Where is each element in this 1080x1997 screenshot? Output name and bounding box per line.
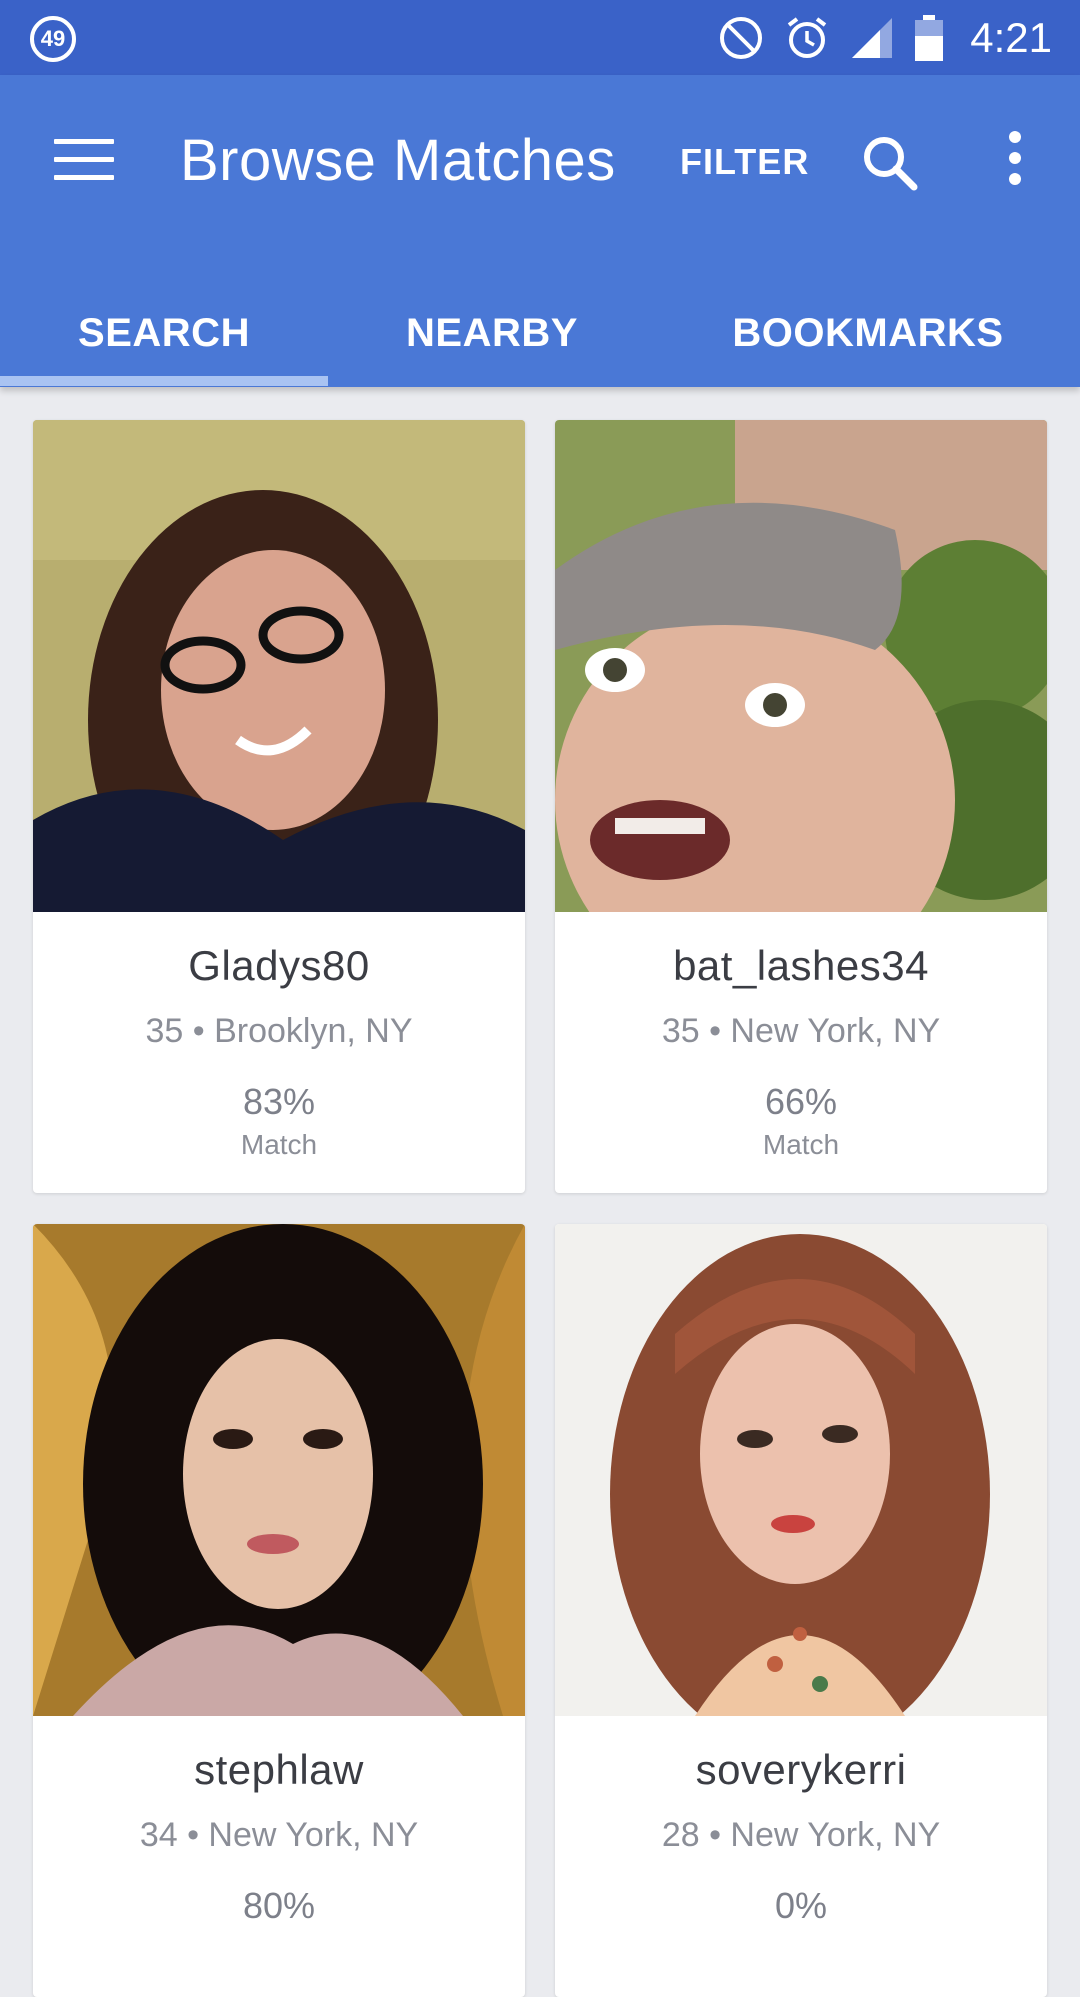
match-percent: 80% — [242, 1885, 316, 1926]
search-icon[interactable] — [858, 131, 922, 195]
match-percent: 66% — [764, 1081, 838, 1122]
profile-photo[interactable] — [555, 420, 1047, 912]
app-bar: Browse Matches FILTER SEARCH NEARBY BOOK… — [0, 75, 1080, 387]
selected-tab-indicator — [0, 376, 328, 386]
profile-photo[interactable] — [33, 1224, 525, 1716]
profile-card[interactable]: bat_lashes34 35 • New York, NY 66% Match — [555, 420, 1047, 1193]
profile-card[interactable]: stephlaw 34 • New York, NY 80% — [33, 1224, 525, 1997]
profile-photo[interactable] — [33, 420, 525, 912]
profile-username: bat_lashes34 — [673, 942, 929, 989]
profile-age-location: 34 • New York, NY — [139, 1816, 419, 1854]
match-percent: 0% — [774, 1885, 828, 1926]
match-label: Match — [240, 1129, 318, 1160]
menu-icon[interactable] — [54, 139, 114, 183]
profile-photo[interactable] — [555, 1224, 1047, 1716]
match-label: Match — [762, 1129, 840, 1160]
profile-age-location: 35 • New York, NY — [661, 1012, 941, 1050]
alarm-icon — [788, 16, 827, 58]
profile-username: Gladys80 — [188, 942, 370, 989]
filter-button[interactable]: FILTER — [680, 141, 809, 183]
page-title: Browse Matches — [180, 128, 616, 193]
do-not-disturb-icon — [720, 16, 763, 59]
notification-count-badge: 49 — [30, 16, 76, 62]
more-vert-icon[interactable] — [1000, 131, 1030, 195]
tab-bookmarks[interactable]: BOOKMARKS — [656, 275, 1080, 387]
profile-age-location: 35 • Brooklyn, NY — [145, 1012, 413, 1050]
profile-age-location: 28 • New York, NY — [661, 1816, 941, 1854]
profile-card[interactable]: soverykerri 28 • New York, NY 0% — [555, 1224, 1047, 1997]
profile-username: soverykerri — [695, 1746, 907, 1793]
battery-icon — [915, 14, 944, 61]
profile-username: stephlaw — [194, 1746, 364, 1793]
status-bar: 49 4:21 — [0, 0, 1080, 75]
signal-icon — [852, 17, 893, 58]
tab-bar: SEARCH NEARBY BOOKMARKS — [0, 275, 1080, 387]
tab-search[interactable]: SEARCH — [0, 275, 328, 387]
tab-nearby[interactable]: NEARBY — [328, 275, 656, 387]
profile-card[interactable]: Gladys80 35 • Brooklyn, NY 83% Match — [33, 420, 525, 1193]
match-percent: 83% — [242, 1081, 316, 1122]
clock: 4:21 — [970, 13, 1052, 61]
